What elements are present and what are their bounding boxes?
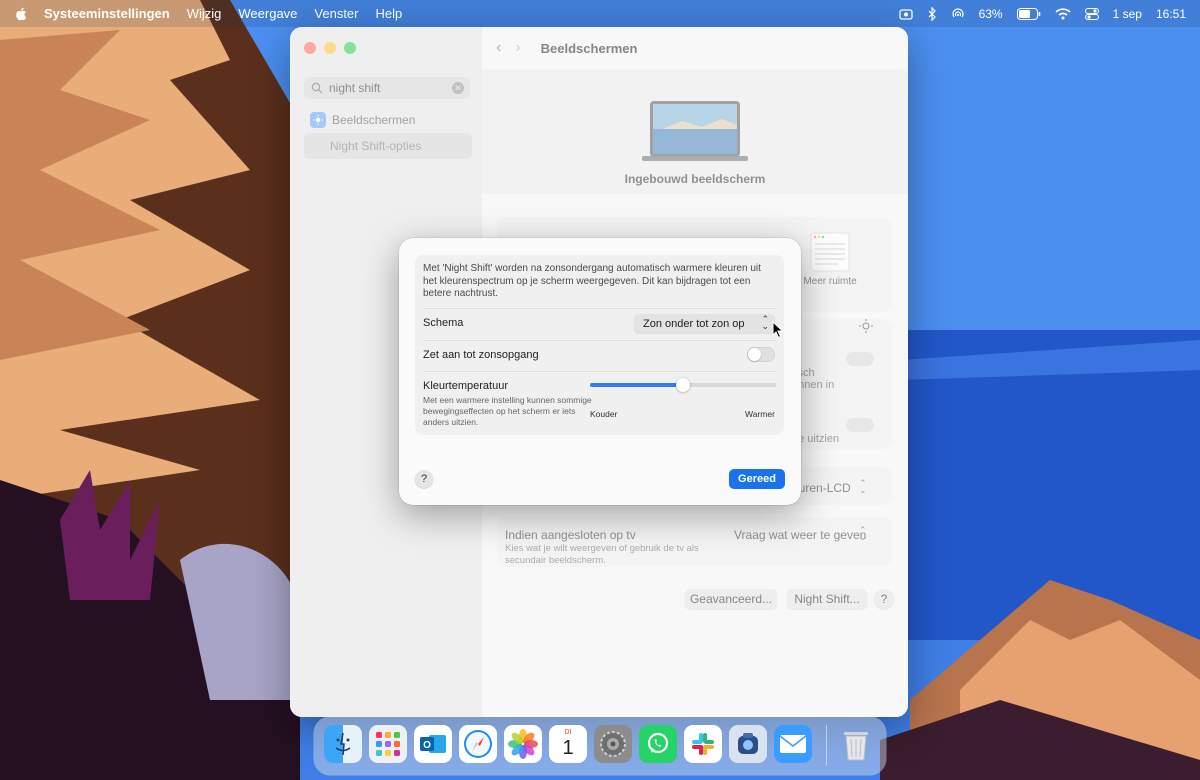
slider-fill xyxy=(590,383,683,387)
done-button[interactable]: Gereed xyxy=(729,469,785,489)
photos-icon[interactable] xyxy=(504,725,542,763)
chevron-up-down-icon: ⌃ ⌄ xyxy=(761,314,769,331)
screenium-icon[interactable] xyxy=(729,725,767,763)
mail-icon[interactable] xyxy=(774,725,812,763)
night-shift-dialog: Met 'Night Shift' worden na zonsondergan… xyxy=(399,238,801,505)
until-sunrise-toggle[interactable] xyxy=(747,347,775,362)
outlook-icon[interactable]: O xyxy=(414,725,452,763)
safari-icon[interactable] xyxy=(459,725,497,763)
color-temperature-slider[interactable] xyxy=(590,378,776,392)
menu-view[interactable]: Weergave xyxy=(238,6,297,21)
wifi-icon[interactable] xyxy=(1055,7,1071,20)
menu-help[interactable]: Help xyxy=(376,6,403,21)
launchpad-icon[interactable] xyxy=(369,725,407,763)
night-shift-options-card: Met 'Night Shift' worden na zonsondergan… xyxy=(415,255,784,435)
night-shift-description: Met 'Night Shift' worden na zonsondergan… xyxy=(423,263,761,299)
trash-icon[interactable] xyxy=(837,725,875,763)
calendar-day-label: 1 xyxy=(562,737,574,759)
system-settings-icon[interactable] xyxy=(594,725,632,763)
toggle-knob xyxy=(748,348,761,361)
dock-separator xyxy=(826,725,827,765)
schema-label: Schema xyxy=(423,317,464,329)
until-sunrise-label: Zet aan tot zonsopgang xyxy=(423,349,539,361)
calendar-month-label: DI xyxy=(564,729,572,736)
slider-min-label: Kouder xyxy=(590,409,618,419)
divider xyxy=(423,371,776,372)
slider-knob[interactable] xyxy=(676,378,690,392)
menu-window[interactable]: Venster xyxy=(314,6,358,21)
bluetooth-icon[interactable] xyxy=(927,6,937,21)
dialog-help-button[interactable]: ? xyxy=(415,470,433,488)
control-center-icon[interactable] xyxy=(1084,7,1099,20)
slack-icon[interactable] xyxy=(684,725,722,763)
screen-recording-icon[interactable] xyxy=(898,7,913,21)
whatsapp-icon[interactable] xyxy=(639,725,677,763)
battery-percent: 63% xyxy=(978,6,1003,21)
menubar-time[interactable]: 16:51 xyxy=(1156,7,1186,21)
slider-max-label: Warmer xyxy=(745,409,775,419)
apple-menu-icon[interactable] xyxy=(14,6,28,22)
battery-icon[interactable] xyxy=(1016,7,1041,20)
dock: O DI 1 xyxy=(314,717,886,775)
svg-text:O: O xyxy=(423,740,431,751)
finder-icon[interactable] xyxy=(324,725,362,763)
menu-bar: Systeeminstellingen Wijzig Weergave Vens… xyxy=(0,0,1200,27)
divider xyxy=(423,308,776,309)
divider xyxy=(423,340,776,341)
color-temperature-help-text: Met een warmere instelling kunnen sommig… xyxy=(423,395,592,427)
schema-select[interactable]: Zon onder tot zon op ⌃ ⌄ xyxy=(634,314,775,333)
mouse-cursor-icon xyxy=(772,321,784,339)
color-temperature-label: Kleurtemperatuur xyxy=(423,380,508,392)
airdrop-icon[interactable] xyxy=(951,7,965,21)
menu-edit[interactable]: Wijzig xyxy=(187,6,222,21)
menubar-date[interactable]: 1 sep xyxy=(1113,7,1142,21)
schema-select-value: Zon onder tot zon op xyxy=(643,317,745,330)
calendar-icon[interactable]: DI 1 xyxy=(549,725,587,763)
menu-app-name[interactable]: Systeeminstellingen xyxy=(44,6,170,21)
